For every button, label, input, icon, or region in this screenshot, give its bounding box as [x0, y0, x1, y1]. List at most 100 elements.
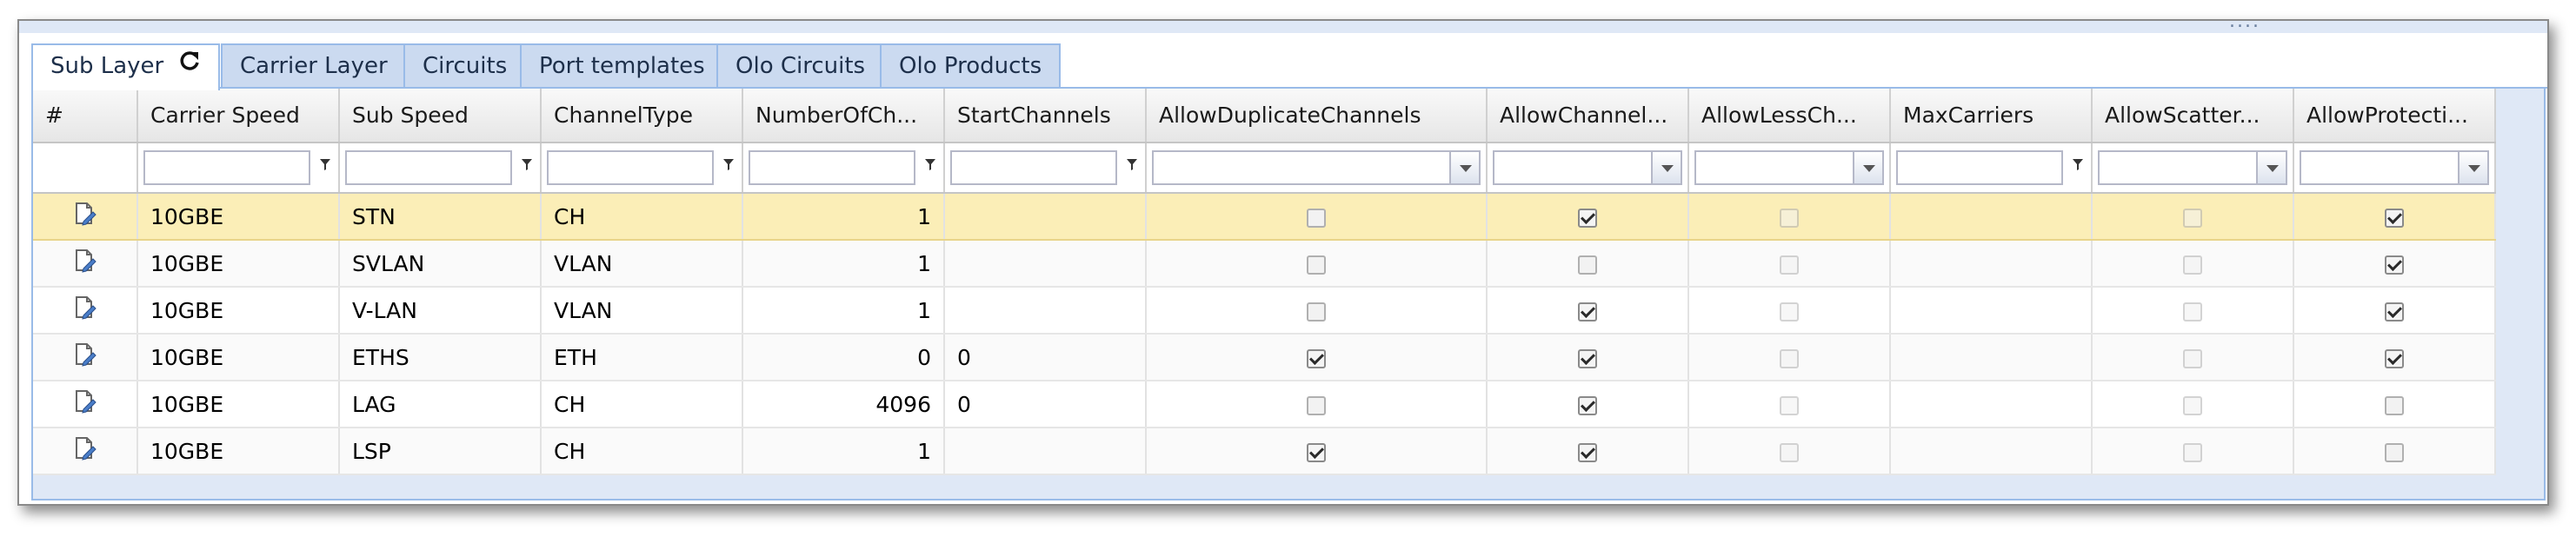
column-header-max-carriers[interactable]: MaxCarriers: [1890, 89, 2093, 143]
row-edit-cell[interactable]: [33, 428, 138, 475]
checkbox[interactable]: [2183, 395, 2202, 415]
checkbox[interactable]: [1780, 395, 1799, 415]
filter-combo-allow-protection[interactable]: [2300, 150, 2460, 185]
filter-combo-allow-channel[interactable]: [1493, 150, 1653, 185]
checkbox[interactable]: [1780, 442, 1799, 462]
tab-circuits[interactable]: Circuits: [403, 43, 527, 87]
filter-combo-allow-scatter[interactable]: [2098, 150, 2258, 185]
tab-port-templates[interactable]: Port templates: [520, 43, 724, 87]
checkbox[interactable]: [1307, 442, 1326, 462]
filter-funnel-icon[interactable]: [521, 157, 533, 176]
filter-wrapper: [1491, 150, 1684, 185]
filter-input-number-of-channels[interactable]: [749, 150, 915, 185]
table-row[interactable]: 10GBE LSP CH 1: [33, 428, 2496, 475]
cell-sub-speed: SVLAN: [339, 240, 542, 288]
table-row[interactable]: 10GBE LAG CH 4096 0: [33, 381, 2496, 428]
chevron-down-icon[interactable]: [2460, 150, 2489, 185]
filter-input-channel-type[interactable]: [547, 150, 714, 185]
checkbox[interactable]: [2385, 208, 2404, 228]
panel-splitter[interactable]: ....: [19, 12, 2547, 34]
cell-max-carriers: [1890, 287, 2093, 335]
tab-carrier-layer[interactable]: Carrier Layer: [221, 43, 407, 87]
column-header-number-of-channels[interactable]: NumberOfCh...: [742, 89, 945, 143]
row-edit-cell[interactable]: [33, 193, 138, 241]
column-header-sub-speed[interactable]: Sub Speed: [339, 89, 542, 143]
column-header-allow-less-ch[interactable]: AllowLessCh...: [1688, 89, 1891, 143]
column-header-allow-protection[interactable]: AllowProtecti...: [2293, 89, 2496, 143]
checkbox[interactable]: [2385, 348, 2404, 368]
chevron-down-icon[interactable]: [1653, 150, 1682, 185]
checkbox[interactable]: [1307, 255, 1326, 275]
tab-sub-layer[interactable]: Sub Layer: [31, 43, 220, 90]
checkbox[interactable]: [2183, 442, 2202, 462]
filter-combo-allow-less-ch[interactable]: [1694, 150, 1854, 185]
column-header-carrier-speed[interactable]: Carrier Speed: [137, 89, 340, 143]
checkbox[interactable]: [2183, 208, 2202, 228]
column-header-channel-type[interactable]: ChannelType: [541, 89, 743, 143]
filter-funnel-icon[interactable]: [2072, 157, 2084, 176]
checkbox[interactable]: [1307, 395, 1326, 415]
cell-carrier-speed: 10GBE: [137, 334, 340, 381]
chevron-down-icon[interactable]: [2258, 150, 2287, 185]
drag-grip-icon[interactable]: ....: [2229, 12, 2260, 31]
filter-input-carrier-speed[interactable]: [143, 150, 310, 185]
filter-funnel-icon[interactable]: [924, 157, 936, 176]
tab-label: Olo Circuits: [736, 53, 866, 79]
row-edit-cell[interactable]: [33, 381, 138, 428]
checkbox[interactable]: [2385, 395, 2404, 415]
filter-input-sub-speed[interactable]: [345, 150, 512, 185]
chevron-down-icon[interactable]: [1854, 150, 1884, 185]
table-row[interactable]: 10GBE SVLAN VLAN 1: [33, 240, 2496, 288]
chevron-down-icon[interactable]: [1451, 150, 1481, 185]
checkbox[interactable]: [1578, 442, 1597, 462]
tab-olo-circuits[interactable]: Olo Circuits: [716, 43, 885, 87]
checkbox[interactable]: [2183, 255, 2202, 275]
checkbox[interactable]: [1578, 395, 1597, 415]
checkbox[interactable]: [2183, 348, 2202, 368]
checkbox[interactable]: [1780, 348, 1799, 368]
column-header-allow-scatter[interactable]: AllowScatter...: [2092, 89, 2294, 143]
refresh-icon[interactable]: [178, 44, 201, 86]
tab-olo-products[interactable]: Olo Products: [880, 43, 1062, 87]
checkbox[interactable]: [1307, 348, 1326, 368]
filter-input-max-carriers[interactable]: [1896, 150, 2063, 185]
edit-record-icon[interactable]: [73, 202, 97, 232]
checkbox[interactable]: [1578, 255, 1597, 275]
cell-carrier-speed: 10GBE: [137, 193, 340, 241]
filter-funnel-icon[interactable]: [722, 157, 735, 176]
cell-allow-protection: [2293, 428, 2496, 475]
column-header-allow-channel[interactable]: AllowChannel...: [1487, 89, 1689, 143]
table-row[interactable]: 10GBE ETHS ETH 0 0: [33, 334, 2496, 381]
column-header-start-channels[interactable]: StartChannels: [944, 89, 1147, 143]
checkbox[interactable]: [1780, 208, 1799, 228]
filter-cell-channel-type: [541, 143, 743, 194]
checkbox[interactable]: [1307, 208, 1326, 228]
checkbox[interactable]: [1578, 208, 1597, 228]
column-header-index[interactable]: #: [33, 89, 138, 143]
checkbox[interactable]: [2385, 302, 2404, 322]
column-header-allow-duplicate-channels[interactable]: AllowDuplicateChannels: [1146, 89, 1488, 143]
checkbox[interactable]: [1578, 348, 1597, 368]
checkbox[interactable]: [2385, 255, 2404, 275]
edit-record-icon[interactable]: [73, 249, 97, 279]
checkbox[interactable]: [1578, 302, 1597, 322]
checkbox[interactable]: [2183, 302, 2202, 322]
row-edit-cell[interactable]: [33, 240, 138, 288]
edit-record-icon[interactable]: [73, 296, 97, 326]
filter-funnel-icon[interactable]: [1126, 157, 1138, 176]
checkbox[interactable]: [1307, 302, 1326, 322]
checkbox[interactable]: [1780, 302, 1799, 322]
checkbox[interactable]: [2385, 442, 2404, 462]
edit-record-icon[interactable]: [73, 343, 97, 373]
row-edit-cell[interactable]: [33, 334, 138, 381]
filter-input-start-channels[interactable]: [950, 150, 1117, 185]
table-row[interactable]: 10GBE V-LAN VLAN 1: [33, 287, 2496, 335]
filter-funnel-icon[interactable]: [319, 157, 331, 176]
checkbox[interactable]: [1780, 255, 1799, 275]
row-edit-cell[interactable]: [33, 287, 138, 335]
table-row[interactable]: 10GBE STN CH 1: [33, 193, 2496, 241]
edit-record-icon[interactable]: [73, 437, 97, 467]
edit-record-icon[interactable]: [73, 390, 97, 420]
filter-combo-allow-duplicate-channels[interactable]: [1152, 150, 1451, 185]
filter-cell-carrier-speed: [137, 143, 340, 194]
